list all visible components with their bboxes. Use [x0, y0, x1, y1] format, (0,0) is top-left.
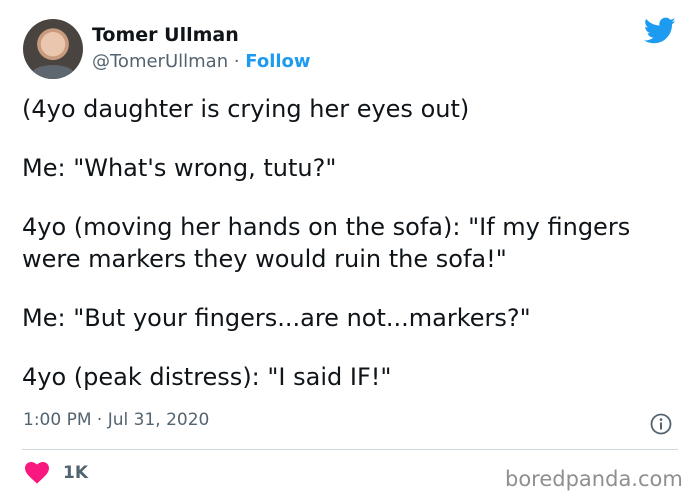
avatar-shirt — [31, 65, 75, 79]
tweet-text: (4yo daughter is crying her eyes out) Me… — [22, 93, 682, 420]
watermark: boredpanda.com — [505, 467, 683, 491]
tweet-paragraph: (4yo daughter is crying her eyes out) — [22, 95, 470, 123]
info-icon[interactable] — [650, 413, 672, 435]
like-count: 1K — [63, 463, 89, 483]
tweet-paragraph: Me: "What's wrong, tutu?" — [22, 154, 337, 182]
tweet-timestamp[interactable]: 1:00 PM · Jul 31, 2020 — [23, 410, 209, 430]
tweet-paragraph: Me: "But your fingers...are not...marker… — [22, 304, 531, 332]
twitter-bird-icon[interactable] — [644, 17, 676, 45]
handle-separator: · — [228, 51, 246, 72]
tweet-paragraph: 4yo (peak distress): "I said IF!" — [22, 363, 392, 391]
like-button[interactable]: 1K — [25, 462, 88, 484]
author-handle[interactable]: @TomerUllman — [92, 51, 228, 72]
tweet-paragraph: 4yo (moving her hands on the sofa): "If … — [22, 213, 631, 273]
author-display-name[interactable]: Tomer Ullman — [92, 24, 239, 46]
author-handle-row: @TomerUllman · Follow — [92, 51, 311, 72]
author-avatar[interactable] — [23, 19, 83, 79]
follow-button[interactable]: Follow — [245, 51, 310, 72]
divider — [22, 449, 678, 450]
heart-icon — [25, 462, 49, 484]
